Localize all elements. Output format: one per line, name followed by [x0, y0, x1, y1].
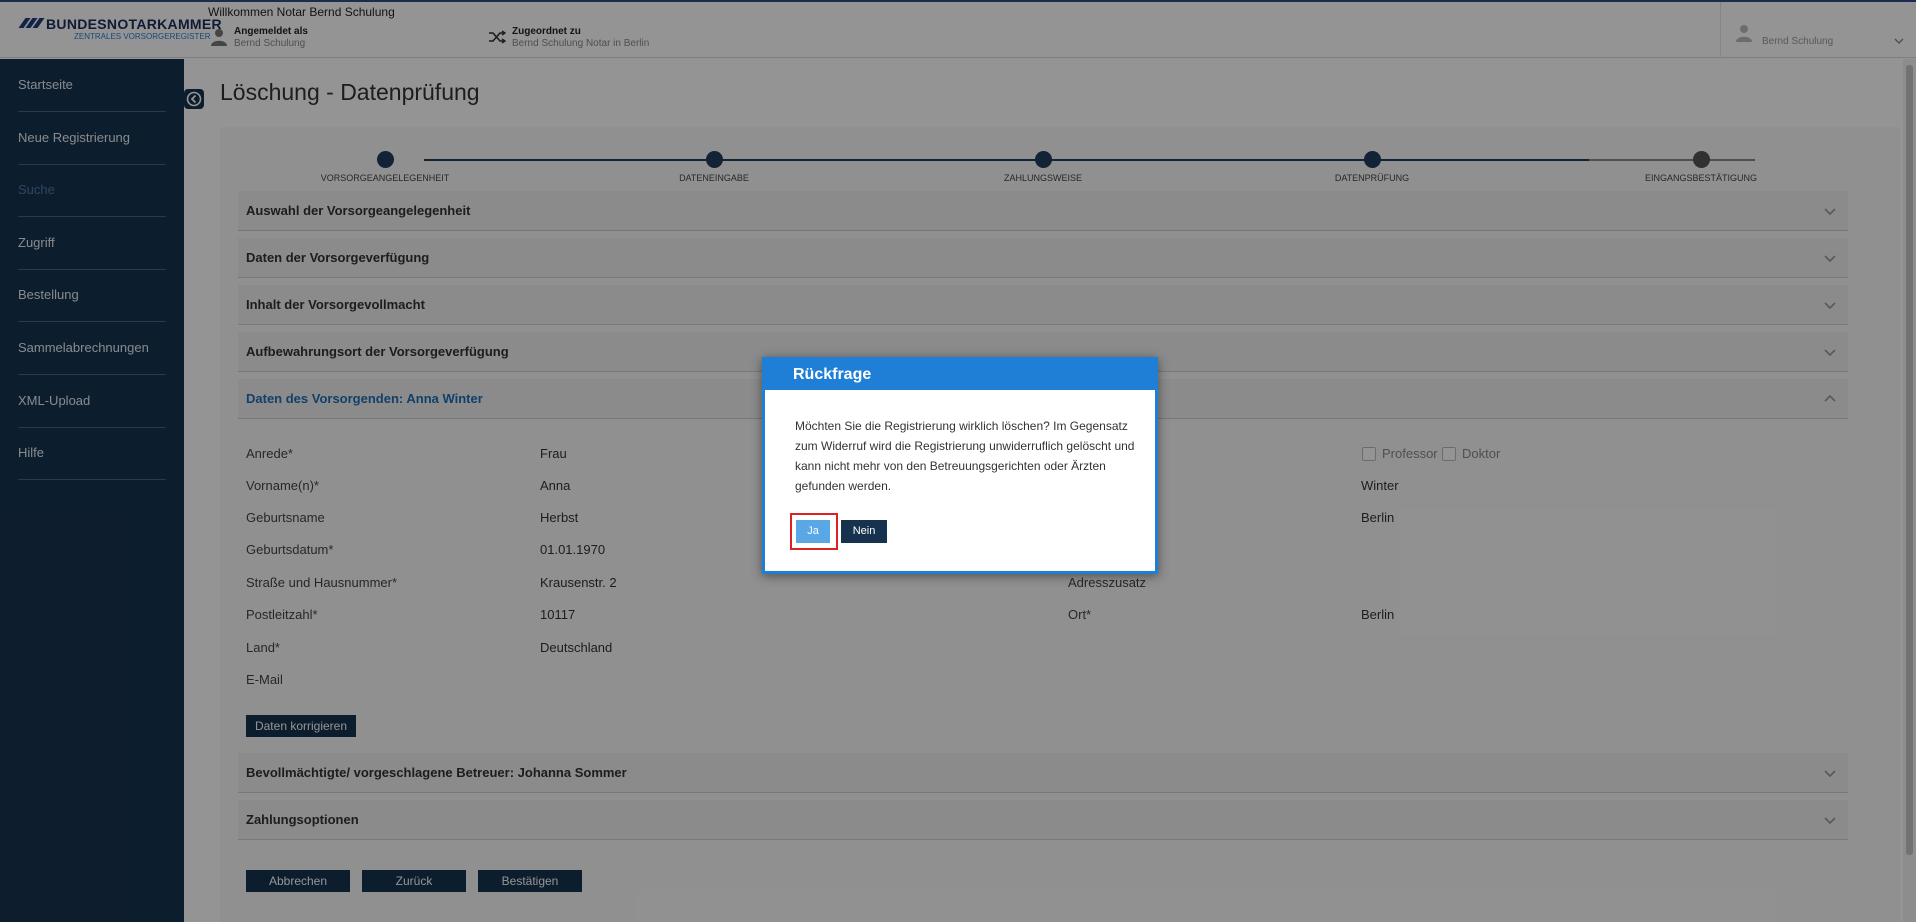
no-button[interactable]: Nein — [841, 520, 887, 543]
dialog-title: Rückfrage — [793, 366, 872, 383]
yes-button[interactable]: Ja — [796, 520, 830, 543]
dialog-message: Möchten Sie die Registrierung wirklich l… — [795, 419, 1135, 493]
dialog-header: Rückfrage — [765, 360, 1155, 390]
confirm-delete-dialog: Rückfrage Möchten Sie die Registrierung … — [762, 357, 1158, 574]
